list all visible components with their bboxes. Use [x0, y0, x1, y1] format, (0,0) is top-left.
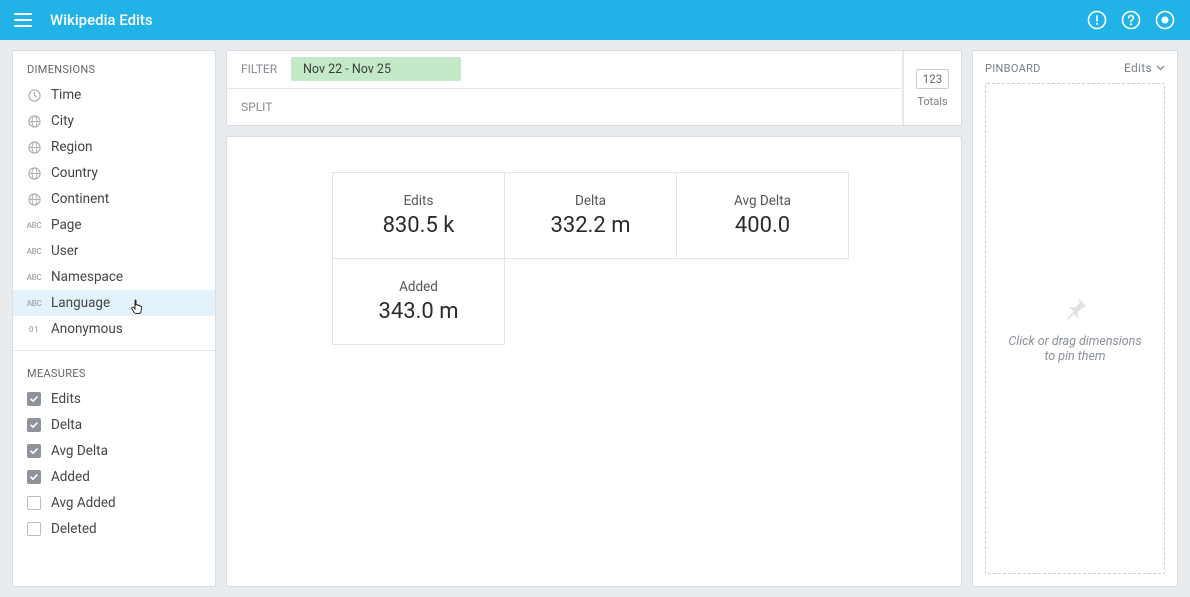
measures-heading: MEASURES [13, 355, 215, 386]
menu-icon[interactable] [14, 10, 34, 30]
tile-title: Delta [575, 193, 606, 209]
abc-icon: ABC [27, 270, 41, 284]
split-bar[interactable]: SPLIT [227, 89, 903, 126]
dimension-item[interactable]: City [13, 108, 215, 134]
measure-checkbox[interactable] [27, 522, 41, 536]
chevron-down-icon [1156, 65, 1165, 71]
abc-icon: ABC [27, 244, 41, 258]
measure-label: Added [51, 469, 90, 485]
tile-title: Added [399, 279, 438, 295]
dimension-label: Page [51, 217, 82, 233]
measure-checkbox[interactable] [27, 418, 41, 432]
dimension-item[interactable]: Continent [13, 186, 215, 212]
measure-label: Delta [51, 417, 82, 433]
measure-item[interactable]: Avg Added [13, 490, 215, 516]
abc-icon: ABC [27, 218, 41, 232]
dimension-label: Namespace [51, 269, 123, 285]
dimension-label: Continent [51, 191, 109, 207]
pinboard-placeholder-1: Click or drag dimensions [1008, 334, 1141, 349]
dimension-item[interactable]: 01 Anonymous [13, 316, 215, 342]
tile-value: 343.0 m [378, 299, 458, 324]
filter-pill[interactable]: Nov 22 - Nov 25 [291, 57, 461, 81]
clock-icon [27, 88, 41, 102]
tile-title: Avg Delta [734, 193, 791, 209]
sidebar: DIMENSIONS Time City Region Country Continen… [12, 50, 216, 587]
tile-value: 332.2 m [550, 213, 630, 238]
totals-label: Totals [917, 95, 947, 108]
globe-icon [27, 114, 41, 128]
dimension-label: Country [51, 165, 98, 181]
filter-label: FILTER [241, 62, 291, 76]
totals-box: 123 Totals [903, 51, 961, 125]
measure-checkbox[interactable] [27, 392, 41, 406]
filter-bar[interactable]: FILTER Nov 22 - Nov 25 [227, 51, 903, 89]
app-title: Wikipedia Edits [50, 11, 153, 29]
total-tile[interactable]: Delta 332.2 m [504, 172, 677, 259]
total-tile[interactable]: Added 343.0 m [332, 258, 505, 345]
measure-checkbox[interactable] [27, 470, 41, 484]
dimension-item[interactable]: ABC User [13, 238, 215, 264]
dimension-item[interactable]: ABC Namespace [13, 264, 215, 290]
pinboard-measure-label: Edits [1124, 61, 1152, 75]
measure-label: Edits [51, 391, 81, 407]
01-icon: 01 [27, 322, 41, 336]
main-area: FILTER Nov 22 - Nov 25 SPLIT 123 Totals … [226, 50, 962, 587]
pinboard-measure-select[interactable]: Edits [1124, 61, 1165, 75]
measure-item[interactable]: Delta [13, 412, 215, 438]
pin-icon [1060, 294, 1090, 324]
dimension-item[interactable]: Region [13, 134, 215, 160]
dimension-label: User [51, 243, 78, 259]
dimension-label: Anonymous [51, 321, 123, 337]
tile-title: Edits [404, 193, 434, 209]
measure-item[interactable]: Avg Delta [13, 438, 215, 464]
dimension-item[interactable]: Time [13, 82, 215, 108]
help-icon[interactable] [1120, 9, 1142, 31]
dimension-item[interactable]: ABC Page [13, 212, 215, 238]
target-icon[interactable] [1154, 9, 1176, 31]
dimension-label: Region [51, 139, 93, 155]
tile-value: 830.5 k [383, 213, 455, 238]
dimension-item[interactable]: Country [13, 160, 215, 186]
tile-value: 400.0 [735, 213, 790, 238]
measure-checkbox[interactable] [27, 444, 41, 458]
canvas: Edits 830.5 k Delta 332.2 m Avg Delta 400.0 Ad… [226, 136, 962, 587]
pinboard-panel: PINBOARD Edits Click or drag dimensions … [972, 50, 1178, 587]
measure-item[interactable]: Added [13, 464, 215, 490]
measure-label: Avg Added [51, 495, 116, 511]
dimension-item[interactable]: ABC Language [13, 290, 215, 316]
dimensions-heading: DIMENSIONS [13, 51, 215, 82]
pinboard-heading: PINBOARD [985, 62, 1041, 75]
split-label: SPLIT [241, 100, 291, 114]
measure-item[interactable]: Edits [13, 386, 215, 412]
totals-grid: Edits 830.5 k Delta 332.2 m Avg Delta 400.0 Ad… [333, 173, 849, 345]
info-icon[interactable] [1086, 9, 1108, 31]
total-tile[interactable]: Edits 830.5 k [332, 172, 505, 259]
dimensions-list: TimeCityRegionCountryContinentABCPageABC… [13, 82, 215, 342]
pinboard-dropzone[interactable]: Click or drag dimensions to pin them [985, 83, 1165, 574]
totals-toggle[interactable]: 123 [916, 69, 949, 89]
measure-label: Deleted [51, 521, 97, 537]
abc-icon: ABC [27, 296, 41, 310]
measure-label: Avg Delta [51, 443, 108, 459]
query-bars: FILTER Nov 22 - Nov 25 SPLIT 123 Totals [226, 50, 962, 126]
dimension-label: Time [51, 87, 81, 103]
top-bar: Wikipedia Edits [0, 0, 1190, 40]
dimension-label: Language [51, 295, 110, 311]
pinboard-placeholder-2: to pin them [1008, 349, 1141, 364]
measures-list: Edits Delta Avg Delta Added Avg Added Deleted [13, 386, 215, 542]
measure-item[interactable]: Deleted [13, 516, 215, 542]
dimension-label: City [51, 113, 74, 129]
globe-icon [27, 140, 41, 154]
sidebar-divider [13, 350, 215, 351]
globe-icon [27, 192, 41, 206]
total-tile[interactable]: Avg Delta 400.0 [676, 172, 849, 259]
globe-icon [27, 166, 41, 180]
measure-checkbox[interactable] [27, 496, 41, 510]
